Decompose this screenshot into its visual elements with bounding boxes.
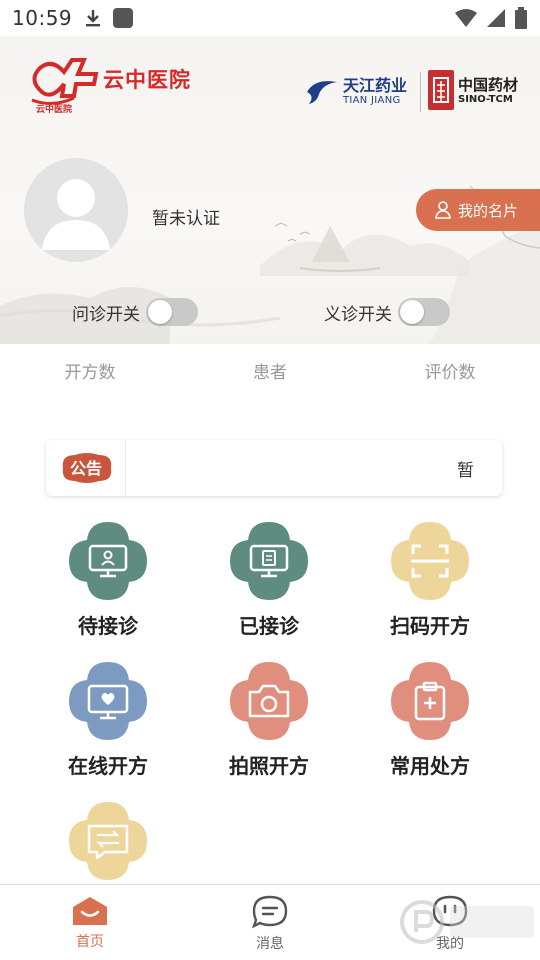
accepted-consult-button[interactable]: 已接诊 bbox=[189, 520, 349, 639]
online-prescribe-icon bbox=[69, 662, 147, 740]
stat-reviews[interactable]: 评价数 bbox=[360, 358, 540, 388]
partner1-cn: 天江药业 bbox=[343, 75, 408, 95]
common-prescription-label: 常用处方 bbox=[390, 754, 470, 778]
partner1-en: TIAN JIANG bbox=[343, 94, 401, 106]
scan-prescribe-label: 扫码开方 bbox=[390, 614, 470, 638]
app-icon bbox=[113, 8, 134, 28]
nav-messages[interactable]: 消息 bbox=[180, 885, 360, 960]
photo-prescribe-button[interactable]: 拍照开方 bbox=[189, 660, 349, 779]
accepted-consult-icon bbox=[230, 522, 308, 600]
partner2-en: SINO-TCM bbox=[458, 93, 513, 105]
pending-consult-icon bbox=[69, 522, 147, 600]
wifi-icon bbox=[455, 9, 477, 27]
notice-badge: 公告 bbox=[46, 440, 126, 496]
chat-transfer-icon bbox=[69, 802, 147, 880]
pending-consult-label: 待接诊 bbox=[78, 614, 138, 638]
notice-badge-text: 公告 bbox=[69, 459, 101, 478]
tianjiang-logo-icon bbox=[307, 81, 337, 104]
scan-prescribe-button[interactable]: 扫码开方 bbox=[350, 520, 510, 639]
consult-toggle-switch[interactable] bbox=[146, 298, 198, 326]
nav-messages-label: 消息 bbox=[256, 936, 284, 952]
accepted-consult-label: 已接诊 bbox=[239, 614, 299, 638]
id-card-icon bbox=[435, 201, 451, 219]
nav-home-label: 首页 bbox=[76, 934, 104, 950]
battery-icon bbox=[515, 7, 527, 29]
clipboard-plus-icon bbox=[391, 662, 469, 740]
partner2-cn: 中国药材 bbox=[458, 75, 519, 94]
common-prescription-button[interactable]: 常用处方 bbox=[350, 660, 510, 779]
toggle-knob bbox=[400, 300, 424, 324]
partner-logo-tianjiang: 天江药业 TIAN JIANG bbox=[305, 76, 407, 106]
free-consult-toggle-label: 义诊开关 bbox=[324, 304, 392, 325]
default-avatar-icon bbox=[42, 179, 110, 250]
stat-patients[interactable]: 患者 bbox=[180, 358, 360, 388]
consult-toggle-row: 问诊开关 bbox=[72, 298, 198, 326]
notice-text: 暂 bbox=[457, 460, 474, 481]
message-icon bbox=[251, 895, 288, 929]
profile-header: 云中医院 云中医院 天江药业 TIAN JIANG 中国药材 SINO-TCM … bbox=[0, 36, 540, 344]
free-consult-toggle-switch[interactable] bbox=[398, 298, 450, 326]
camera-icon bbox=[230, 662, 308, 740]
brand-name: 云中医院 bbox=[103, 68, 191, 92]
pending-consult-button[interactable]: 待接诊 bbox=[28, 520, 188, 639]
certification-status: 暂未认证 bbox=[152, 209, 220, 229]
sinotcm-seal-icon bbox=[428, 70, 454, 110]
nav-home[interactable]: 首页 bbox=[0, 885, 180, 960]
download-icon bbox=[86, 10, 101, 27]
brand-sub-text: 云中医院 bbox=[36, 105, 73, 115]
status-bar: 10:59 bbox=[0, 0, 540, 36]
photo-prescribe-label: 拍照开方 bbox=[229, 754, 309, 778]
my-card-button[interactable]: 我的名片 bbox=[416, 189, 540, 231]
chat-transfer-button[interactable] bbox=[28, 800, 188, 890]
stat-prescriptions[interactable]: 开方数 bbox=[0, 358, 180, 388]
free-consult-toggle-row: 义诊开关 bbox=[324, 298, 450, 326]
my-card-label: 我的名片 bbox=[458, 201, 519, 220]
scan-icon bbox=[391, 522, 469, 600]
site-watermark-logo bbox=[400, 900, 534, 944]
announcement-badge-icon: 公告 bbox=[62, 453, 111, 483]
online-prescribe-label: 在线开方 bbox=[68, 754, 148, 778]
status-time: 10:59 bbox=[12, 6, 73, 30]
partner-logo-sinotcm: 中国药材 SINO-TCM bbox=[428, 70, 518, 110]
signal-icon bbox=[487, 9, 505, 27]
partner-divider bbox=[420, 72, 421, 112]
avatar[interactable] bbox=[24, 158, 128, 262]
toggle-knob bbox=[148, 300, 172, 324]
home-icon bbox=[73, 897, 107, 925]
notice-bar[interactable]: 公告 暂 bbox=[46, 440, 502, 496]
stats-row: 开方数 患者 评价数 bbox=[0, 358, 540, 388]
online-prescribe-button[interactable]: 在线开方 bbox=[28, 660, 188, 779]
consult-toggle-label: 问诊开关 bbox=[72, 304, 140, 325]
